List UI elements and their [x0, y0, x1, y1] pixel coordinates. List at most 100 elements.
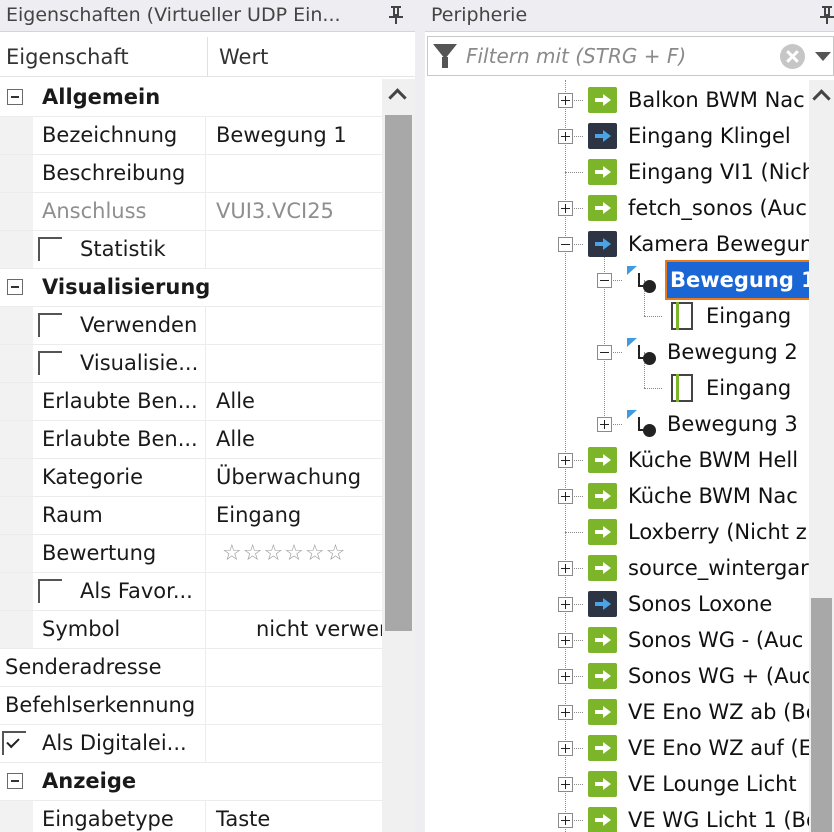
property-row[interactable]: Statistik [0, 231, 382, 269]
expand-icon[interactable] [558, 453, 573, 468]
tree-node[interactable]: Sonos WG + (Auc [425, 658, 809, 694]
property-name-cell[interactable]: Erlaubte Ben... [0, 383, 205, 420]
tree-node[interactable]: Bewegung 3 [425, 406, 809, 442]
category-row[interactable]: Allgemein [0, 79, 382, 117]
property-row[interactable]: Als Digitalei... [0, 725, 382, 763]
tree-node[interactable]: Bewegung 1 [425, 260, 809, 300]
property-row[interactable]: Beschreibung [0, 155, 382, 193]
property-value-cell[interactable]: VUI3.VCI25 [205, 193, 382, 230]
column-separator[interactable] [207, 37, 208, 77]
expand-icon[interactable] [558, 669, 573, 684]
periphery-scrollbar[interactable] [809, 80, 834, 832]
expand-icon[interactable] [558, 489, 573, 504]
clear-filter-icon[interactable] [780, 44, 805, 69]
property-row[interactable]: Erlaubte Ben... Alle [0, 421, 382, 459]
property-value-cell[interactable]: Bewegung 1 [205, 117, 382, 154]
property-name-cell[interactable]: Befehlserkennung [0, 687, 205, 724]
tree-node[interactable]: Sonos WG - (Auc [425, 622, 809, 658]
property-name-cell[interactable]: Verwenden [0, 307, 205, 344]
property-value-cell[interactable] [205, 725, 382, 762]
property-name-cell[interactable]: Erlaubte Ben... [0, 421, 205, 458]
tree-node[interactable]: Küche BWM Nac [425, 478, 809, 514]
checkbox[interactable] [2, 731, 26, 755]
tree-node[interactable]: VE Eno WZ ab (Bo [425, 694, 809, 730]
property-name-cell[interactable]: Symbol [0, 611, 205, 648]
tree-node[interactable]: Sonos Loxone [425, 586, 809, 622]
property-name-cell[interactable]: Statistik [0, 231, 205, 268]
checkbox[interactable] [38, 579, 62, 603]
tree-node[interactable]: source_wintergar [425, 550, 809, 586]
property-name-cell[interactable]: Als Favor... [0, 573, 205, 610]
property-value-cell[interactable] [205, 307, 382, 344]
expand-icon[interactable] [558, 597, 573, 612]
tree-node[interactable]: Eingang VI1 (Nich [425, 154, 809, 190]
property-value-cell[interactable]: Überwachung [205, 459, 382, 496]
tree-node[interactable]: Eingang [425, 298, 809, 334]
column-header-property[interactable]: Eigenschaft [6, 37, 129, 77]
expand-icon[interactable] [558, 705, 573, 720]
property-name-cell[interactable]: Beschreibung [0, 155, 205, 192]
checkbox[interactable] [38, 313, 62, 337]
property-row[interactable]: Visualisie... [0, 345, 382, 383]
property-row[interactable]: Bezeichnung Bewegung 1 [0, 117, 382, 155]
tree-node[interactable]: fetch_sonos (Auc [425, 190, 809, 226]
property-row[interactable]: Befehlserkennung [0, 687, 382, 725]
property-row[interactable]: Kategorie Überwachung [0, 459, 382, 497]
pin-icon[interactable] [389, 6, 403, 24]
tree-node[interactable]: Balkon BWM Nac [425, 82, 809, 118]
expand-icon[interactable] [558, 741, 573, 756]
expand-icon[interactable] [558, 813, 573, 828]
scrollbar-thumb[interactable] [385, 115, 412, 631]
property-value-cell[interactable] [205, 231, 382, 268]
property-row[interactable]: Verwenden [0, 307, 382, 345]
property-name-cell[interactable]: Anschluss [0, 193, 205, 230]
property-name-cell[interactable]: Senderadresse [0, 649, 205, 686]
collapse-icon[interactable] [597, 273, 612, 288]
filter-input[interactable] [466, 37, 766, 75]
property-name-cell[interactable]: Visualisie... [0, 345, 205, 382]
category-row[interactable]: Visualisierung [0, 269, 382, 307]
property-row[interactable]: Senderadresse [0, 649, 382, 687]
expand-icon[interactable] [558, 633, 573, 648]
tree-node[interactable]: VE WG Licht 1 (Bo [425, 802, 809, 832]
expand-icon[interactable] [558, 93, 573, 108]
scroll-up-icon[interactable] [812, 89, 831, 108]
tree-node[interactable]: Eingang [425, 370, 809, 406]
collapse-icon[interactable] [558, 237, 573, 252]
expand-icon[interactable] [558, 777, 573, 792]
property-value-cell[interactable] [205, 687, 382, 724]
property-name-cell[interactable]: Eingabetype [0, 801, 205, 832]
property-name-cell[interactable]: Bezeichnung [0, 117, 205, 154]
checkbox[interactable] [38, 237, 62, 261]
filter-dropdown-icon[interactable] [815, 52, 831, 61]
tree-node[interactable]: VE Eno WZ auf (E [425, 730, 809, 766]
property-row[interactable]: Symbol nicht verwer [0, 611, 382, 649]
property-row[interactable]: Anschluss VUI3.VCI25 [0, 193, 382, 231]
property-row[interactable]: Als Favor... [0, 573, 382, 611]
tree-node[interactable]: Kamera Bewegun [425, 226, 809, 262]
property-value-cell[interactable] [205, 573, 382, 610]
tree-node[interactable]: Loxberry (Nicht z [425, 514, 809, 550]
property-value-cell[interactable]: Alle [205, 383, 382, 420]
property-value-cell[interactable]: nicht verwer [205, 611, 382, 648]
properties-scrollbar[interactable] [382, 79, 415, 832]
property-row[interactable]: Raum Eingang [0, 497, 382, 535]
pane-splitter[interactable] [415, 0, 425, 832]
property-value-cell[interactable] [205, 155, 382, 192]
pin-icon[interactable] [820, 6, 834, 24]
expand-icon[interactable] [558, 129, 573, 144]
property-value-cell[interactable]: Taste [205, 801, 382, 832]
column-header-value[interactable]: Wert [219, 37, 268, 77]
checkbox[interactable] [38, 351, 62, 375]
property-name-cell[interactable]: Raum [0, 497, 205, 534]
property-value-cell[interactable]: ☆☆☆☆☆☆ [205, 535, 382, 572]
tree-node[interactable]: Küche BWM Hell [425, 442, 809, 478]
property-value-cell[interactable]: Eingang [205, 497, 382, 534]
scroll-up-icon[interactable] [388, 88, 407, 107]
expand-icon[interactable] [558, 201, 573, 216]
tree-node[interactable]: Eingang Klingel [425, 118, 809, 154]
property-row[interactable]: Erlaubte Ben... Alle [0, 383, 382, 421]
category-row[interactable]: Anzeige [0, 763, 382, 801]
property-row[interactable]: Eingabetype Taste [0, 801, 382, 832]
expand-icon[interactable] [558, 561, 573, 576]
